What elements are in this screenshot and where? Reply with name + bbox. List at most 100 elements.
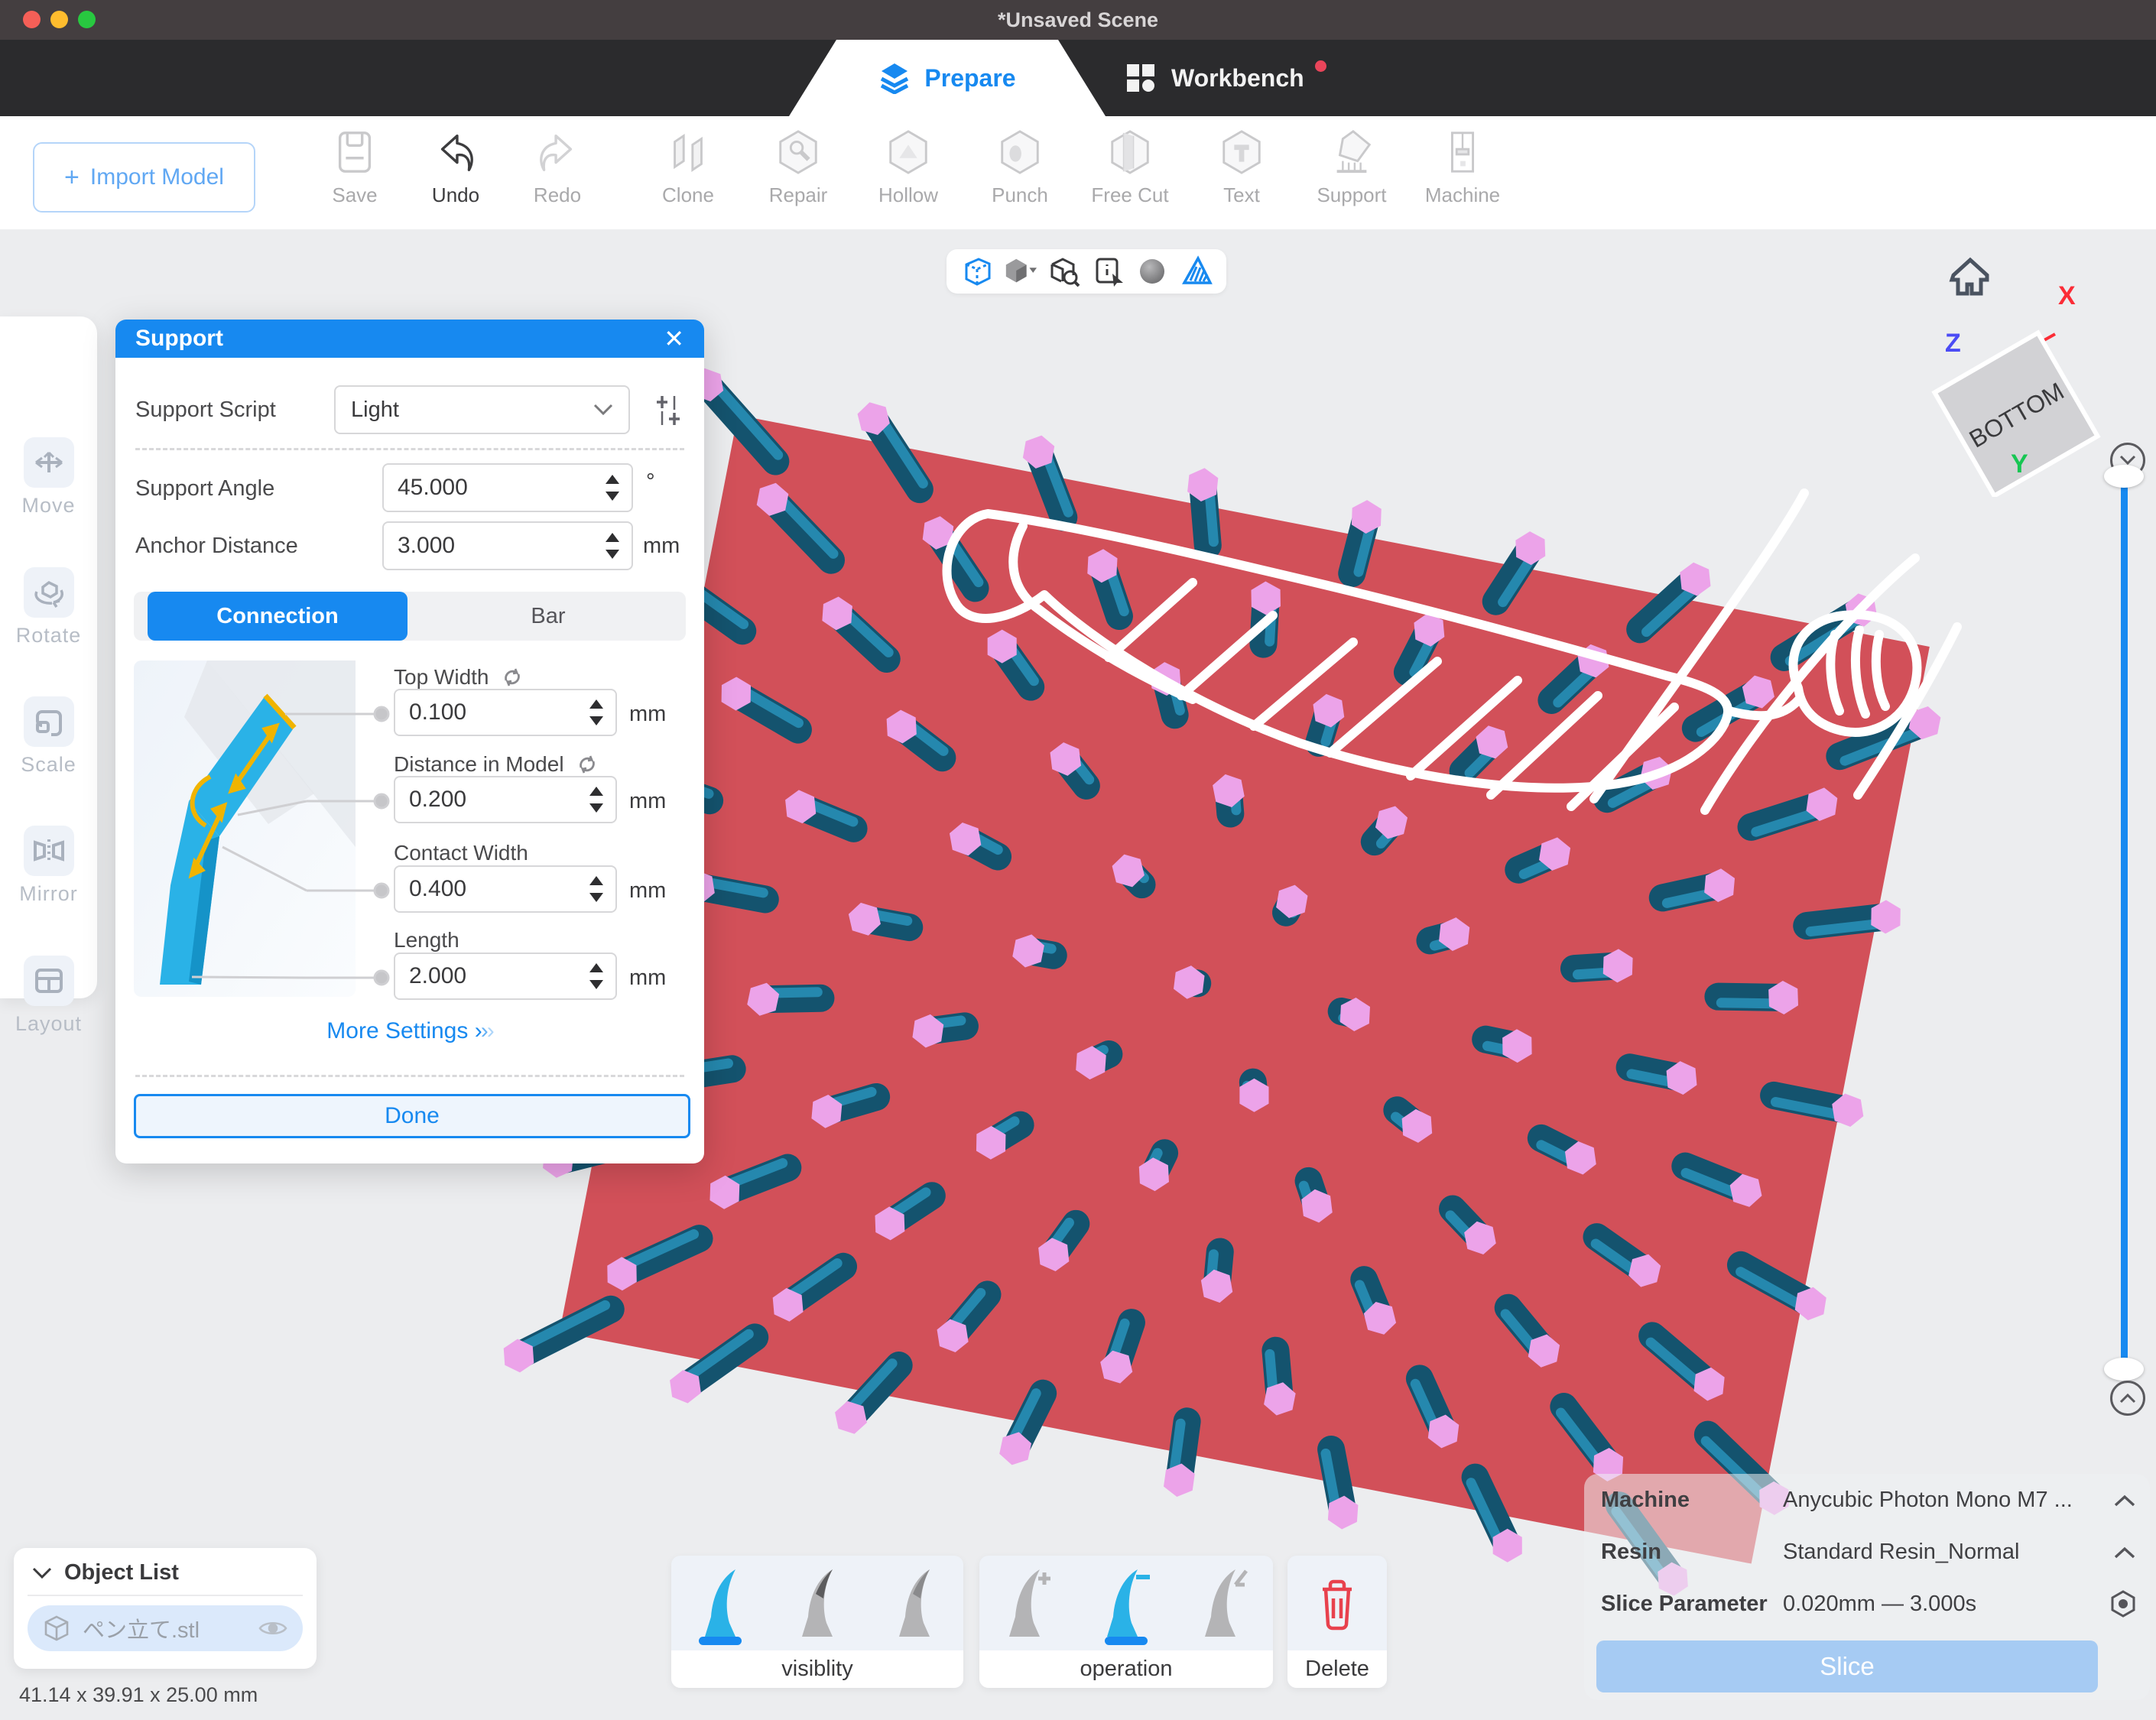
- distance-in-model-input[interactable]: 0.200: [394, 776, 617, 823]
- z-clip-handle-top[interactable]: [2104, 465, 2144, 488]
- chevron-up-icon[interactable]: [2113, 1494, 2136, 1507]
- edit-support-button[interactable]: [1186, 1561, 1262, 1645]
- tool-layout[interactable]: Layout: [0, 956, 97, 1036]
- object-list-item[interactable]: ペン立て.stl: [28, 1605, 303, 1651]
- add-support-button[interactable]: [990, 1561, 1067, 1645]
- undo-button[interactable]: Undo: [410, 124, 502, 225]
- minimize-window-button[interactable]: [50, 11, 68, 28]
- plus-icon: +: [64, 163, 80, 193]
- support-dialog: Support ✕ Support Script Light Support A…: [115, 320, 704, 1163]
- view-toolbar: [946, 249, 1226, 294]
- hollow-icon: [885, 128, 932, 176]
- trash-icon: [1313, 1576, 1361, 1631]
- done-button[interactable]: Done: [134, 1094, 690, 1138]
- active-indicator: [699, 1637, 742, 1645]
- support-view-icon[interactable]: [1180, 255, 1213, 288]
- spinner-arrows[interactable]: [606, 523, 619, 569]
- close-window-button[interactable]: [23, 11, 41, 28]
- mesh-cube-icon: [43, 1615, 70, 1642]
- zoom-model-icon[interactable]: [1047, 255, 1081, 288]
- operation-panel: operation: [979, 1556, 1273, 1688]
- support-script-label: Support Script: [135, 398, 276, 423]
- support-glyph-icon: [793, 1566, 842, 1640]
- shaded-cube-icon[interactable]: [1003, 255, 1037, 288]
- save-button[interactable]: Save: [309, 124, 401, 225]
- machine-button[interactable]: Machine: [1417, 124, 1508, 225]
- clone-button[interactable]: Clone: [642, 124, 734, 225]
- object-list-header[interactable]: Object List: [14, 1548, 317, 1585]
- tab-workbench[interactable]: Workbench: [1125, 40, 1331, 116]
- chevron-down-icon: [32, 1567, 52, 1579]
- move-icon: [31, 445, 67, 480]
- machine-row[interactable]: Machine Anycubic Photon Mono M7 ...: [1601, 1488, 2136, 1513]
- repair-icon: [774, 128, 822, 176]
- tab-prepare[interactable]: Prepare: [789, 40, 1106, 116]
- title-bar: *Unsaved Scene: [0, 0, 2156, 40]
- resin-row[interactable]: Resin Standard Resin_Normal: [1601, 1540, 2136, 1565]
- mode-tab-bar: Prepare Workbench: [0, 40, 2156, 116]
- punch-button[interactable]: Punch: [974, 124, 1066, 225]
- parameter-config-icon[interactable]: [2110, 1590, 2136, 1618]
- slider-expand-icon[interactable]: [2110, 1381, 2145, 1416]
- maximize-window-button[interactable]: [78, 11, 96, 28]
- free-cut-button[interactable]: Free Cut: [1084, 124, 1176, 225]
- tool-rotate[interactable]: Rotate: [0, 567, 97, 647]
- tab-bar[interactable]: Bar: [411, 592, 686, 641]
- top-width-input[interactable]: 0.100: [394, 689, 617, 736]
- visibility-panel: visiblity: [671, 1556, 963, 1688]
- delete-label: Delete: [1287, 1650, 1387, 1688]
- model-dimensions: 41.14 x 39.91 x 25.00 mm: [19, 1683, 258, 1707]
- spinner-arrows[interactable]: [589, 867, 603, 911]
- window-title: *Unsaved Scene: [998, 8, 1158, 32]
- length-input[interactable]: 2.000: [394, 952, 617, 1000]
- slice-parameter-row[interactable]: Slice Parameter 0.020mm — 3.000s: [1601, 1590, 2136, 1618]
- support-script-select[interactable]: Light: [334, 385, 630, 434]
- visibility-eye-icon[interactable]: [258, 1618, 287, 1638]
- sync-icon[interactable]: [500, 665, 524, 690]
- show-all-supports-button[interactable]: [682, 1561, 758, 1645]
- z-clip-track[interactable]: [2121, 475, 2128, 1362]
- viewport-3d[interactable]: Move Rotate Scale Mirror Layout Support …: [0, 229, 2156, 1720]
- spinner-arrows[interactable]: [589, 954, 603, 998]
- support-glyph-icon: [890, 1566, 939, 1640]
- spinner-arrows[interactable]: [589, 777, 603, 822]
- repair-button[interactable]: Repair: [752, 124, 844, 225]
- z-clip-handle-bottom[interactable]: [2104, 1358, 2144, 1381]
- tab-connection[interactable]: Connection: [148, 592, 407, 641]
- close-icon[interactable]: ✕: [664, 326, 684, 351]
- hollow-button[interactable]: Hollow: [862, 124, 954, 225]
- remove-support-button[interactable]: [1088, 1561, 1164, 1645]
- slice-button[interactable]: Slice: [1596, 1640, 2098, 1692]
- material-sphere-icon[interactable]: [1135, 255, 1169, 288]
- tool-mirror[interactable]: Mirror: [0, 826, 97, 906]
- tool-move[interactable]: Move: [0, 437, 97, 518]
- undo-icon: [432, 128, 479, 176]
- anchor-distance-input[interactable]: 3.000: [382, 521, 633, 570]
- redo-button[interactable]: Redo: [511, 124, 603, 225]
- support-angle-input[interactable]: 45.000: [382, 463, 633, 512]
- import-model-button[interactable]: + Import Model: [33, 142, 255, 213]
- support-angle-label: Support Angle: [135, 476, 274, 501]
- support-button[interactable]: Support: [1306, 124, 1398, 225]
- slice-settings-panel: Machine Anycubic Photon Mono M7 ... Resi…: [1584, 1474, 2150, 1700]
- delete-support-button[interactable]: [1299, 1561, 1375, 1645]
- contact-width-input[interactable]: 0.400: [394, 865, 617, 913]
- tool-scale[interactable]: Scale: [0, 696, 97, 777]
- model-info-icon[interactable]: [1092, 255, 1125, 288]
- script-tune-icon[interactable]: [651, 393, 686, 428]
- support-add-icon: [1002, 1566, 1055, 1640]
- divider: [135, 1075, 684, 1077]
- notification-dot: [1315, 60, 1326, 72]
- more-settings-link[interactable]: More Settings ›››: [115, 1018, 704, 1044]
- anchor-distance-label: Anchor Distance: [135, 534, 298, 559]
- show-body-supports-button[interactable]: [876, 1561, 953, 1645]
- show-tip-supports-button[interactable]: [779, 1561, 856, 1645]
- sync-icon[interactable]: [575, 752, 599, 777]
- text-button[interactable]: Text: [1196, 124, 1287, 225]
- wire-cube-icon[interactable]: [959, 255, 993, 288]
- spinner-arrows[interactable]: [589, 690, 603, 735]
- spinner-arrows[interactable]: [606, 465, 619, 511]
- chevron-up-icon[interactable]: [2113, 1546, 2136, 1559]
- support-dialog-header[interactable]: Support ✕: [115, 320, 704, 358]
- machine-icon: [1439, 128, 1486, 176]
